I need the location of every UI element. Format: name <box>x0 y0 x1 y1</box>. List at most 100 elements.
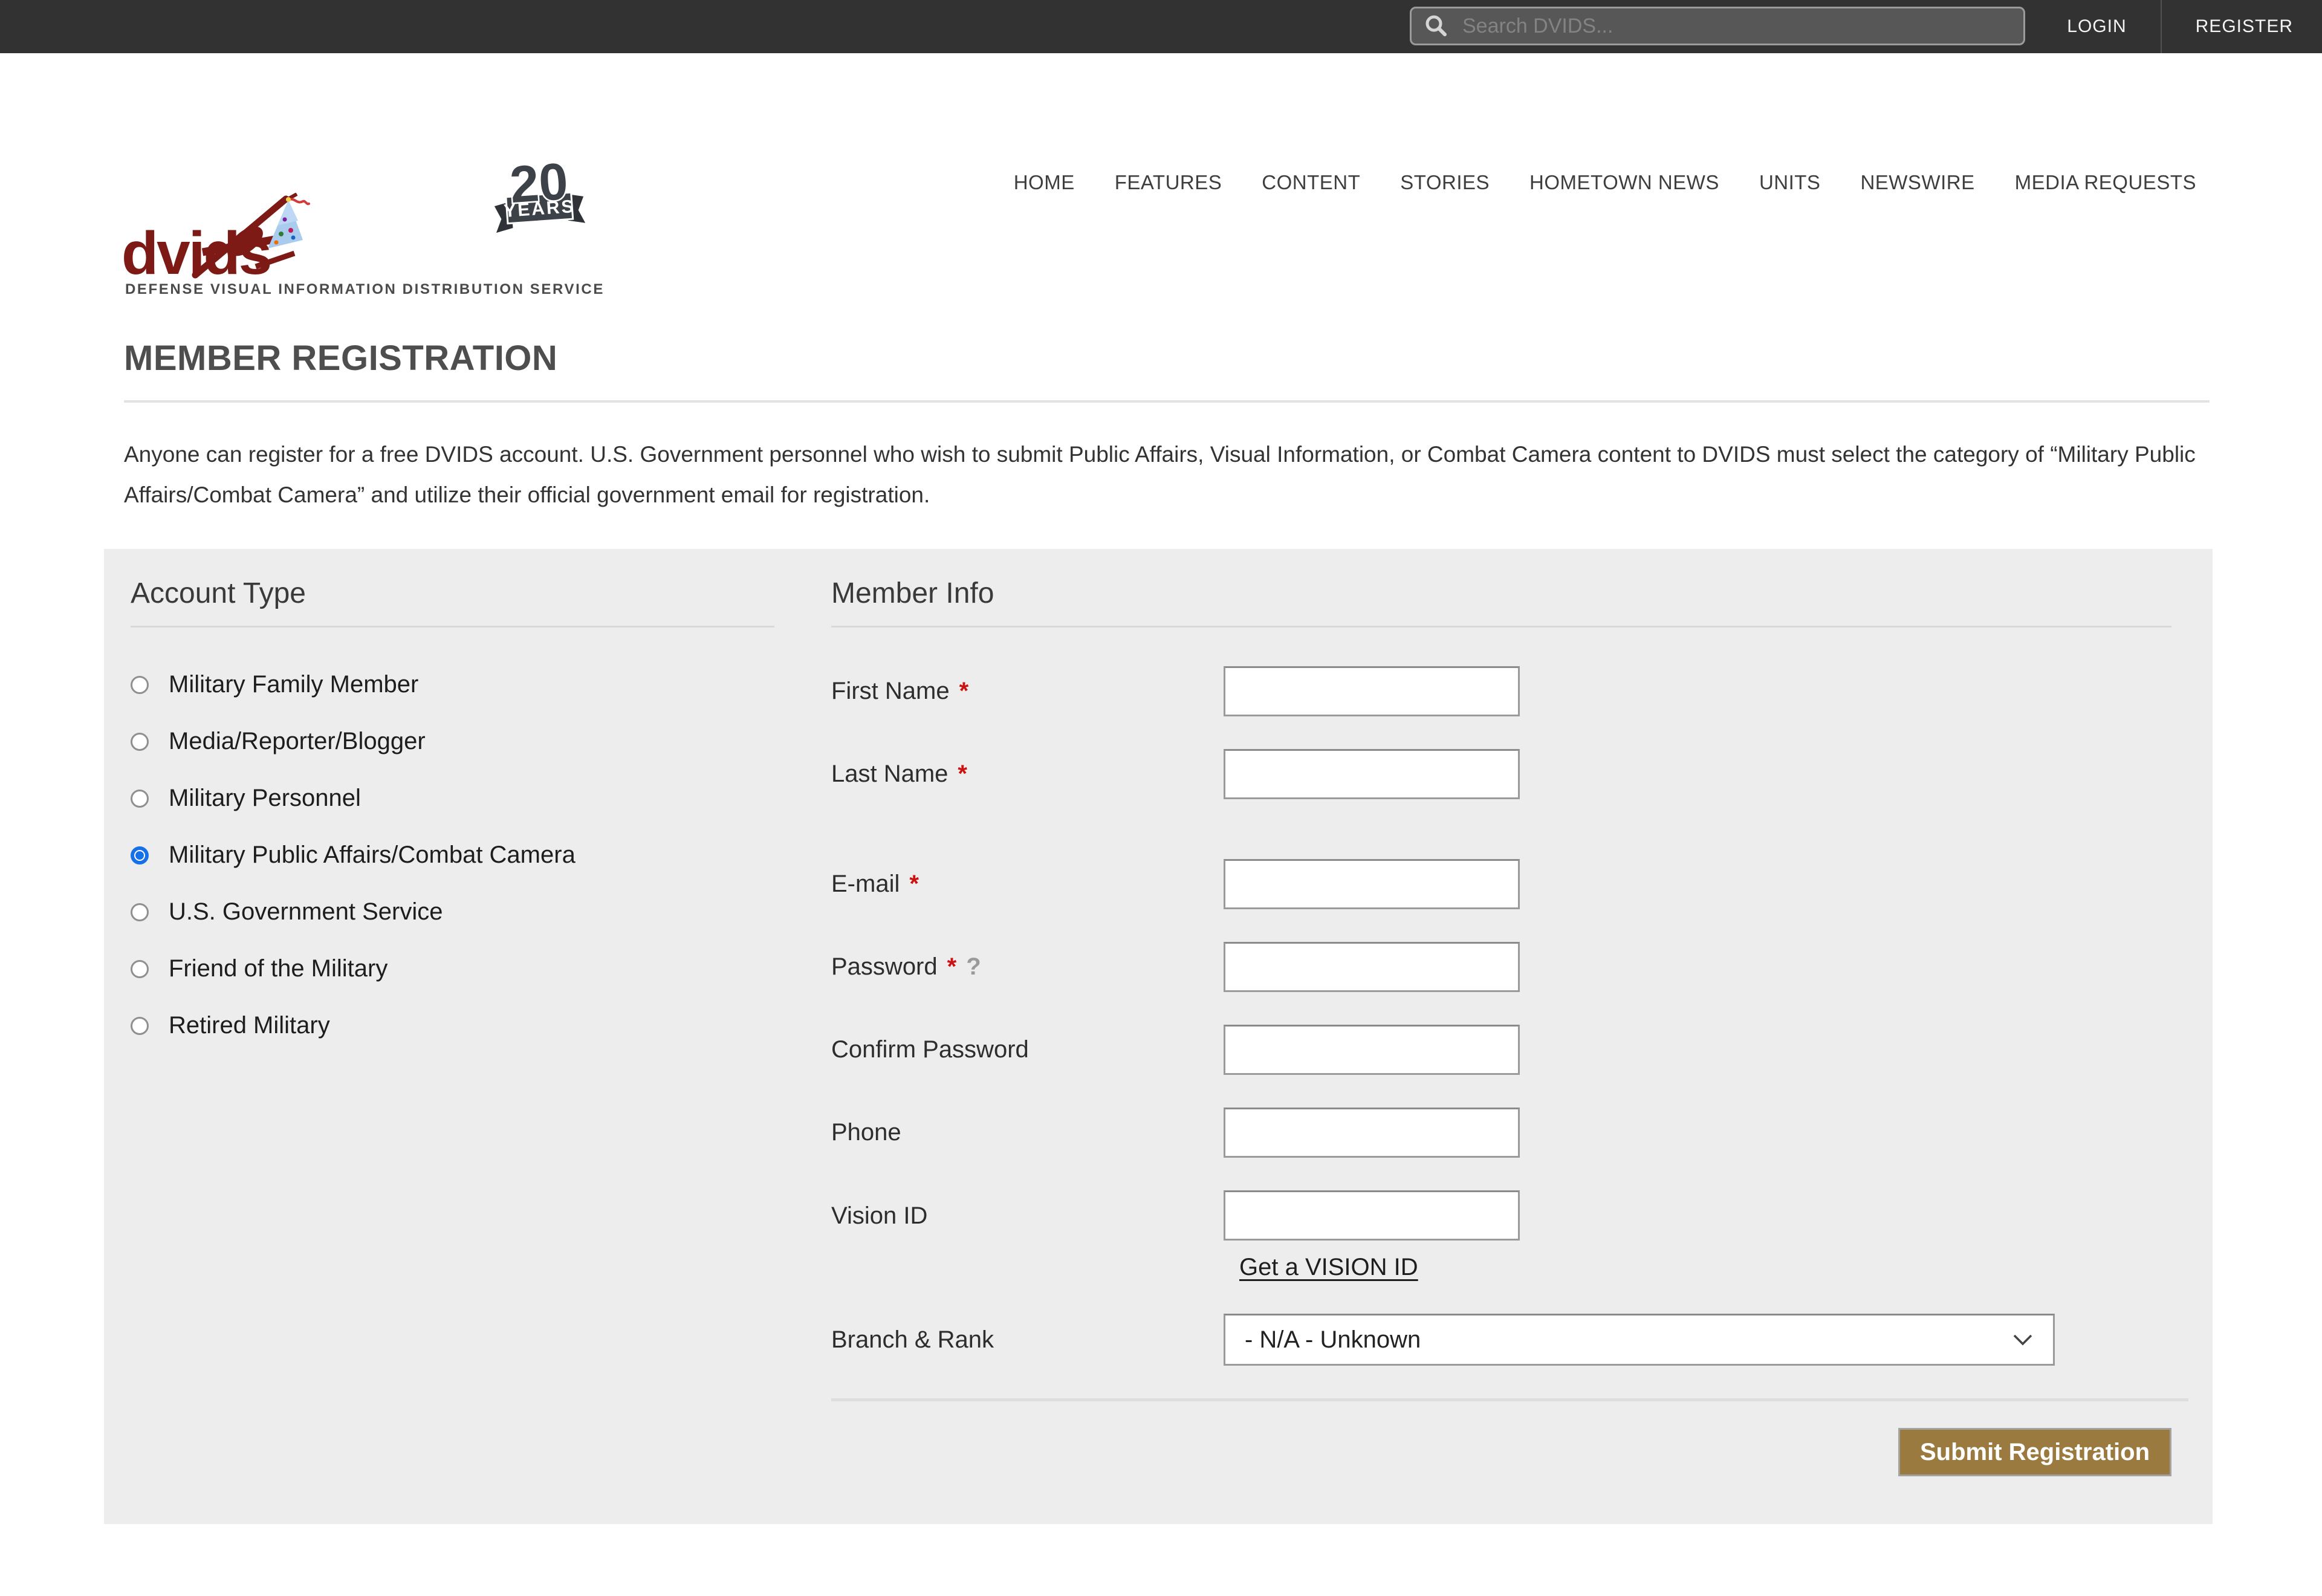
vision-id-label-text: Vision ID <box>831 1202 927 1230</box>
first-name-row: First Name * <box>831 666 2188 716</box>
phone-row: Phone <box>831 1108 2188 1158</box>
last-name-row: Last Name* <box>831 749 2188 799</box>
password-field <box>1224 942 1520 992</box>
phone-input[interactable] <box>1224 1108 1520 1158</box>
email-label: E-mail * <box>831 871 1224 898</box>
password-label-text: Password <box>831 953 938 981</box>
radio-label: Military Personnel <box>169 785 361 812</box>
account-type-section: Account Type Military Family Member Media… <box>131 577 786 1039</box>
submit-divider <box>831 1398 2188 1401</box>
radio-button-military-family-member[interactable] <box>131 676 149 694</box>
anniversary-badge: YEARS 20 <box>491 163 588 239</box>
first-name-input[interactable] <box>1224 666 1520 716</box>
email-row: E-mail * <box>831 859 2188 909</box>
password-input[interactable] <box>1224 942 1520 992</box>
email-label-text: E-mail <box>831 871 900 898</box>
nav-item-units[interactable]: UNITS <box>1759 171 1821 194</box>
vision-id-label: Vision ID <box>831 1190 1224 1230</box>
branch-rank-row: Branch & Rank - N/A - Unknown <box>831 1314 2188 1366</box>
branch-rank-select[interactable]: - N/A - Unknown <box>1224 1314 2055 1366</box>
nav-item-content[interactable]: CONTENT <box>1262 171 1360 194</box>
password-label: Password *? <box>831 953 1224 981</box>
member-info-section: Member Info First Name * Last Name* E-mail *… <box>831 577 2188 1476</box>
nav-item-hometown-news[interactable]: HOMETOWN NEWS <box>1529 171 1719 194</box>
radio-label: Friend of the Military <box>169 955 388 982</box>
vision-id-input[interactable] <box>1224 1190 1520 1241</box>
phone-label-text: Phone <box>831 1119 901 1146</box>
intro-text: Anyone can register for a free DVIDS acc… <box>124 434 2216 515</box>
radio-button-military-personnel[interactable] <box>131 790 149 808</box>
chevron-down-icon <box>2012 1333 2034 1346</box>
logo-text: dvids <box>122 223 270 284</box>
branch-rank-value: - N/A - Unknown <box>1245 1326 1421 1354</box>
nav-item-home[interactable]: HOME <box>1014 171 1075 194</box>
account-type-divider <box>131 626 774 628</box>
branch-rank-label: Branch & Rank <box>831 1326 1224 1354</box>
account-type-options: Military Family Member Media/Reporter/Blo… <box>131 671 786 1039</box>
auth-links: LOGIN REGISTER <box>2033 0 2322 53</box>
required-asterisk: * <box>909 871 919 898</box>
phone-label: Phone <box>831 1119 1224 1146</box>
radio-option-retired-military[interactable]: Retired Military <box>131 1012 786 1039</box>
radio-option-military-public-affairs-combat-camera[interactable]: Military Public Affairs/Combat Camera <box>131 842 786 869</box>
radio-label: Retired Military <box>169 1012 330 1039</box>
email-field <box>1224 859 1520 909</box>
topbar: LOGIN REGISTER <box>0 0 2322 53</box>
confirm-password-label-text: Confirm Password <box>831 1036 1029 1063</box>
search-box <box>1410 7 2025 45</box>
password-help-icon[interactable]: ? <box>966 953 981 981</box>
radio-button-u-s-government-service[interactable] <box>131 903 149 921</box>
main-nav: HOME FEATURES CONTENT STORIES HOMETOWN NEWS U… <box>1014 171 2196 194</box>
radio-button-military-public-affairs-combat-camera[interactable] <box>131 846 149 864</box>
radio-option-u-s-government-service[interactable]: U.S. Government Service <box>131 898 786 926</box>
logo-tagline: DEFENSE VISUAL INFORMATION DISTRIBUTION … <box>125 281 605 298</box>
required-asterisk: * <box>959 678 969 705</box>
nav-item-media-requests[interactable]: MEDIA REQUESTS <box>2015 171 2196 194</box>
branch-rank-label-text: Branch & Rank <box>831 1326 994 1354</box>
radio-label: Military Family Member <box>169 671 418 698</box>
register-button[interactable]: REGISTER <box>2162 0 2322 53</box>
search-icon <box>1424 13 1449 39</box>
radio-option-military-family-member[interactable]: Military Family Member <box>131 671 786 698</box>
page-title: MEMBER REGISTRATION <box>124 338 2322 378</box>
radio-label: U.S. Government Service <box>169 898 443 926</box>
member-info-divider <box>831 626 2171 628</box>
radio-button-retired-military[interactable] <box>131 1017 149 1035</box>
search-input[interactable] <box>1449 8 2023 44</box>
required-asterisk: * <box>947 953 957 981</box>
title-divider <box>124 400 2210 403</box>
confirm-password-field <box>1224 1025 1520 1075</box>
first-name-field <box>1224 666 1520 716</box>
login-button[interactable]: LOGIN <box>2033 0 2160 53</box>
vision-id-field: Get a VISION ID <box>1224 1190 1520 1281</box>
account-type-heading: Account Type <box>131 577 786 610</box>
password-row: Password *? <box>831 942 2188 992</box>
radio-button-media-reporter-blogger[interactable] <box>131 733 149 751</box>
site-header: dvids DEFENSE VISUAL INFORMATION DISTRIB… <box>0 53 2322 304</box>
last-name-input[interactable] <box>1224 749 1520 799</box>
nav-item-features[interactable]: FEATURES <box>1115 171 1222 194</box>
radio-label: Media/Reporter/Blogger <box>169 728 426 755</box>
nav-item-stories[interactable]: STORIES <box>1400 171 1490 194</box>
member-info-form: First Name * Last Name* E-mail * Password *? Co… <box>831 666 2188 1314</box>
first-name-label: First Name * <box>831 678 1224 705</box>
confirm-password-label: Confirm Password <box>831 1036 1224 1063</box>
submit-row: Submit Registration <box>831 1428 2188 1476</box>
confirm-password-row: Confirm Password <box>831 1025 2188 1075</box>
phone-field <box>1224 1108 1520 1158</box>
email-input[interactable] <box>1224 859 1520 909</box>
member-info-heading: Member Info <box>831 577 2188 610</box>
first-name-label-text: First Name <box>831 678 950 705</box>
registration-panel: Account Type Military Family Member Media… <box>104 549 2213 1524</box>
submit-registration-button[interactable]: Submit Registration <box>1898 1428 2171 1476</box>
radio-button-friend-of-the-military[interactable] <box>131 960 149 978</box>
radio-option-media-reporter-blogger[interactable]: Media/Reporter/Blogger <box>131 728 786 755</box>
nav-item-newswire[interactable]: NEWSWIRE <box>1860 171 1974 194</box>
vision-id-link[interactable]: Get a VISION ID <box>1239 1254 1418 1281</box>
last-name-label: Last Name* <box>831 761 1224 788</box>
vision-id-row: Vision ID Get a VISION ID <box>831 1190 2188 1281</box>
radio-option-military-personnel[interactable]: Military Personnel <box>131 785 786 812</box>
radio-option-friend-of-the-military[interactable]: Friend of the Military <box>131 955 786 982</box>
confirm-password-input[interactable] <box>1224 1025 1520 1075</box>
svg-text:20: 20 <box>508 163 569 214</box>
